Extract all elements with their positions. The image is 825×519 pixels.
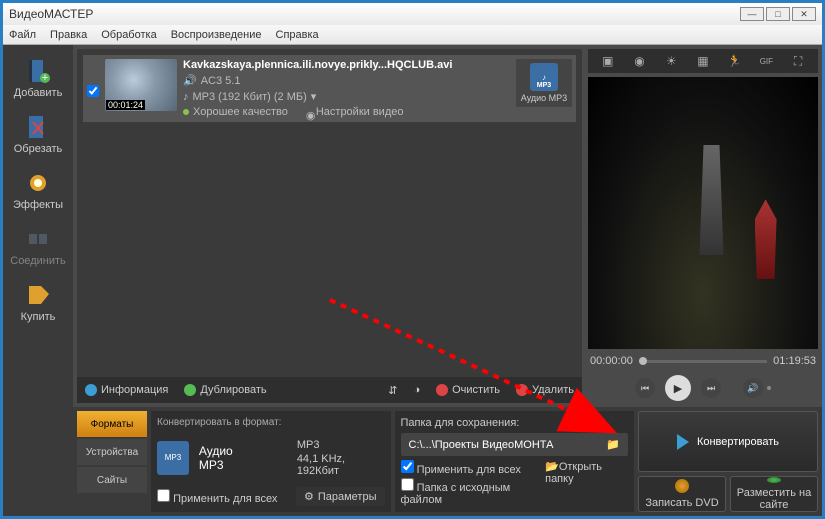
tab-sites[interactable]: Сайты — [77, 467, 147, 493]
burn-dvd-button[interactable]: Записать DVD — [638, 476, 726, 512]
output-path: C:\...\Проекты ВидеоМОНТА — [409, 439, 554, 451]
record-icon[interactable]: ◉ — [629, 52, 651, 70]
next-button[interactable]: ⏭ — [701, 378, 721, 398]
gif-icon[interactable]: GIF — [755, 52, 777, 70]
clear-button[interactable]: Очистить — [436, 384, 500, 396]
globe-icon — [767, 477, 781, 483]
gear-icon: ⚙ — [304, 490, 314, 503]
preview-toolbar: ▣ ◉ ☀ ▦ 🏃 GIF ⛶ — [588, 49, 818, 73]
quality-dot-icon — [183, 109, 189, 115]
toggle-switch[interactable]: ◑ — [413, 384, 420, 396]
enhance-icon[interactable]: ▦ — [692, 52, 714, 70]
duplicate-button[interactable]: Дублировать — [184, 384, 266, 396]
fullscreen-icon[interactable]: ⛶ — [787, 52, 809, 70]
play-triangle-icon — [677, 434, 689, 450]
file-name: Kavkazskaya.plennica.ili.novye.prikly...… — [183, 59, 510, 71]
clear-icon — [436, 384, 448, 396]
note-icon: ♪ — [183, 91, 189, 103]
time-start: 00:00:00 — [590, 355, 633, 367]
link-icon — [24, 225, 52, 253]
mp3-icon: MP3 — [157, 441, 189, 475]
menu-help[interactable]: Справка — [276, 29, 319, 41]
play-button[interactable]: ▶ — [665, 375, 691, 401]
timecode: 00:01:24 — [106, 100, 145, 110]
scissors-icon — [24, 113, 52, 141]
disc-icon — [675, 479, 689, 493]
speaker-icon: 🔊 — [183, 74, 197, 87]
volume-icon[interactable]: 🔊 — [743, 378, 763, 398]
info-icon — [85, 384, 97, 396]
output-format-block[interactable]: ♪ Аудио MP3 — [516, 59, 572, 107]
menu-edit[interactable]: Правка — [50, 29, 87, 41]
sidebar-join[interactable]: Соединить — [10, 221, 66, 271]
output-path-box[interactable]: C:\...\Проекты ВидеоМОНТА 📁 — [401, 433, 629, 456]
settings-dot-icon: ◉ — [306, 109, 312, 115]
run-icon[interactable]: 🏃 — [724, 52, 746, 70]
video-settings-link[interactable]: Настройки видео — [316, 106, 404, 118]
menu-file[interactable]: Файл — [9, 29, 36, 41]
brightness-icon[interactable]: ☀ — [660, 52, 682, 70]
upload-button[interactable]: Разместить на сайте — [730, 476, 818, 512]
format-name: Аудио MP3 — [199, 444, 257, 472]
prev-button[interactable]: ⏮ — [635, 378, 655, 398]
tab-devices[interactable]: Устройства — [77, 439, 147, 465]
titlebar: ВидеоМАСТЕР — □ ✕ — [3, 3, 822, 25]
menu-play[interactable]: Воспроизведение — [171, 29, 262, 41]
folder-icon[interactable]: 📁 — [606, 438, 620, 451]
folder-panel-header: Папка для сохранения: — [401, 417, 629, 429]
window-title: ВидеоМАСТЕР — [9, 7, 93, 21]
folder-apply-all-checkbox[interactable]: Применить для всех — [401, 460, 546, 476]
format-panel-header: Конвертировать в формат: — [157, 417, 385, 428]
delete-icon — [516, 384, 528, 396]
sidebar-buy[interactable]: Купить — [10, 277, 66, 327]
file-thumbnail[interactable]: 00:01:24 — [105, 59, 177, 111]
timeline[interactable]: 00:00:00 01:19:53 — [588, 353, 818, 369]
mp3-icon: ♪ — [530, 63, 558, 91]
svg-text:+: + — [42, 72, 48, 84]
close-button[interactable]: ✕ — [792, 7, 816, 21]
menubar: Файл Правка Обработка Воспроизведение Сп… — [3, 25, 822, 45]
delete-button[interactable]: Удалить — [516, 384, 574, 396]
sidebar-cut[interactable]: Обрезать — [10, 109, 66, 159]
format-codec: MP3 — [297, 439, 385, 451]
tag-icon — [24, 281, 52, 309]
parameters-button[interactable]: ⚙Параметры — [296, 487, 385, 506]
convert-button[interactable]: Конвертировать — [638, 411, 818, 472]
file-toolbar: Информация Дублировать ⇵ ◑ Очистить Удал… — [77, 377, 582, 403]
source-folder-checkbox[interactable]: Папка с исходным файлом — [401, 478, 546, 506]
folder-panel: Папка для сохранения: C:\...\Проекты Вид… — [395, 411, 635, 512]
maximize-button[interactable]: □ — [766, 7, 790, 21]
open-folder-button[interactable]: 📂Открыть папку — [545, 460, 628, 506]
sidebar-effects[interactable]: Эффекты — [10, 165, 66, 215]
tab-formats[interactable]: Форматы — [77, 411, 147, 437]
time-end: 01:19:53 — [773, 355, 816, 367]
sparkle-icon — [24, 169, 52, 197]
format-bitrate: 44,1 KHz, 192Кбит — [297, 453, 385, 477]
apply-all-checkbox[interactable]: Применить для всех — [157, 489, 277, 505]
folder-open-icon: 📂 — [545, 461, 559, 473]
sidebar-add[interactable]: + Добавить — [10, 53, 66, 103]
crop-icon[interactable]: ▣ — [597, 52, 619, 70]
volume-dot[interactable] — [767, 386, 771, 390]
menu-process[interactable]: Обработка — [101, 29, 156, 41]
sidebar: + Добавить Обрезать Эффекты Соединить Ку… — [3, 45, 73, 516]
sort-toggle[interactable]: ⇵ — [388, 384, 397, 397]
preview-pane: ▣ ◉ ☀ ▦ 🏃 GIF ⛶ — [588, 49, 818, 403]
file-checkbox[interactable] — [87, 85, 99, 97]
file-row[interactable]: 00:01:24 Kavkazskaya.plennica.ili.novye.… — [83, 55, 576, 122]
info-button[interactable]: Информация — [85, 384, 168, 396]
timeline-track[interactable] — [639, 360, 767, 363]
duplicate-icon — [184, 384, 196, 396]
format-panel: Конвертировать в формат: MP3 Аудио MP3 M… — [151, 411, 391, 512]
film-plus-icon: + — [24, 57, 52, 85]
file-list-pane: 00:01:24 Kavkazskaya.plennica.ili.novye.… — [77, 49, 582, 403]
minimize-button[interactable]: — — [740, 7, 764, 21]
chevron-down-icon[interactable]: ▾ — [311, 90, 317, 103]
playback-controls: ⏮ ▶ ⏭ 🔊 — [588, 373, 818, 403]
video-preview[interactable] — [588, 77, 818, 349]
